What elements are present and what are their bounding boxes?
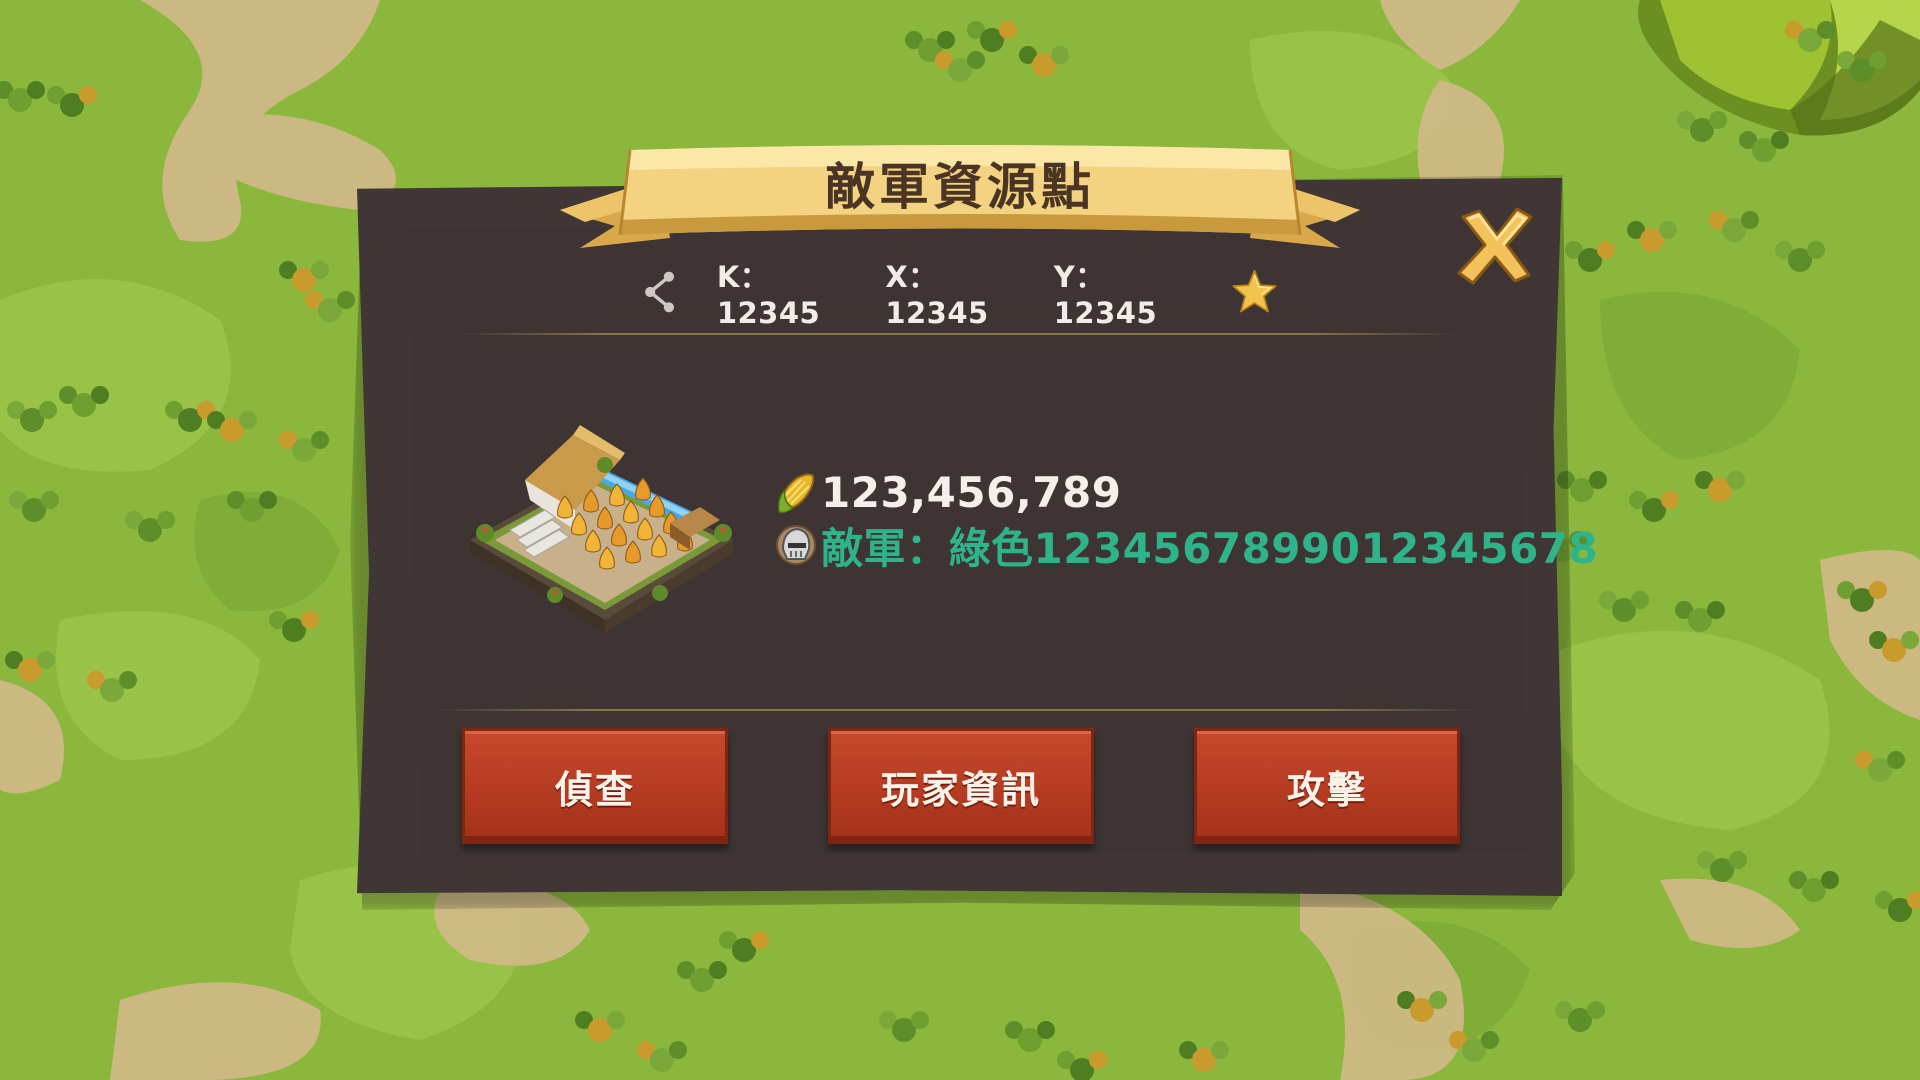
resource-amount: 123,456,789 [821, 467, 1122, 517]
farm-building [470, 425, 733, 633]
player-info-button-label: 玩家資訊 [880, 767, 1041, 812]
resource-amount-line: 123,456,789 [775, 462, 1121, 522]
star-icon[interactable] [1229, 262, 1280, 322]
share-icon[interactable] [640, 264, 681, 320]
attack-button[interactable]: 攻擊 [1194, 728, 1460, 844]
scout-button[interactable]: 偵查 [462, 728, 728, 844]
dialog-title: 敵軍資源點 [825, 158, 1095, 216]
close-icon[interactable] [1455, 205, 1535, 285]
coordinate-y: Y：12345 [1053, 260, 1158, 330]
coordinate-x: X：12345 [885, 260, 989, 330]
helmet-icon [776, 525, 816, 565]
corn-icon [777, 473, 815, 514]
scout-button-label: 偵查 [554, 767, 635, 812]
attack-button-label: 攻擊 [1286, 767, 1367, 812]
player-info-button[interactable]: 玩家資訊 [828, 728, 1094, 844]
enemy-owner-line: 敵軍：綠色1234567899012345678 [775, 515, 1598, 575]
coordinate-k: K：12345 [716, 260, 821, 330]
bottom-divider [430, 709, 1480, 711]
coordinates-row: K：12345 X：12345 Y：12345 [640, 260, 1280, 330]
top-divider [455, 333, 1460, 335]
enemy-owner-name: 敵軍：綠色1234567899012345678 [821, 523, 1599, 573]
